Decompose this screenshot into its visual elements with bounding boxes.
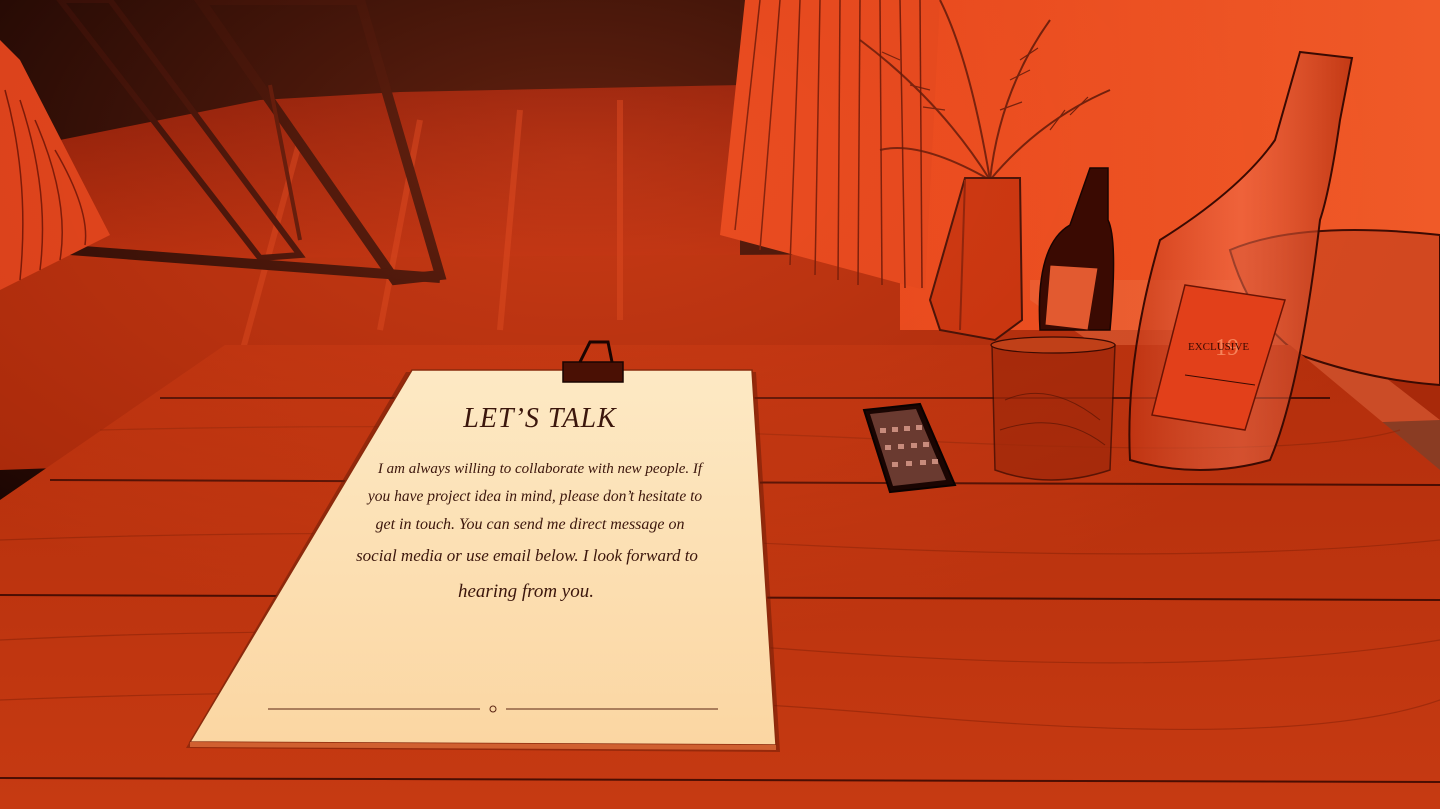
paper-divider — [268, 705, 718, 713]
circle-ornament-icon — [489, 705, 497, 713]
bottle-label-text: EXCLUSIVE — [1188, 341, 1249, 353]
scene-background: 19 EXCLUSIVE — [0, 0, 1440, 809]
game-scene: 19 EXCLUSIVE LET’S TALK I am always will… — [0, 0, 1440, 809]
glass-tumbler — [990, 336, 1116, 481]
